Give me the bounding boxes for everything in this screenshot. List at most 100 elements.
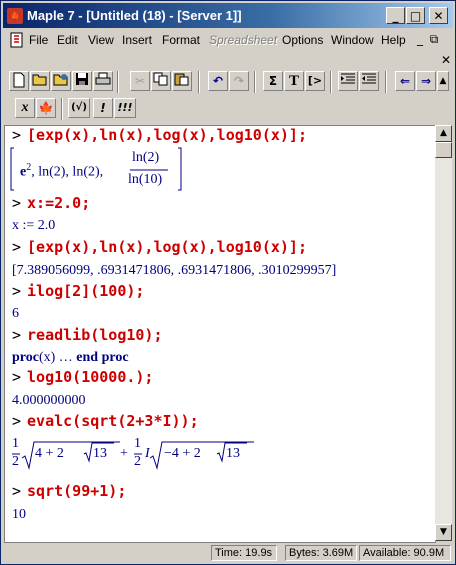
radicand: −4 + 2 bbox=[164, 446, 201, 461]
radicand: 4 + 2 bbox=[35, 446, 64, 461]
command[interactable]: [exp(x),ln(x),log(x),log10(x)]; bbox=[27, 238, 307, 256]
doc-restore-button[interactable]: ⧉ bbox=[427, 32, 441, 46]
vertical-scrollbar[interactable]: ▲ ▼ bbox=[435, 125, 452, 541]
prompt: > bbox=[12, 412, 22, 430]
fraction-denominator: ln(10) bbox=[128, 172, 163, 187]
output-line: proc(x) … end proc bbox=[12, 350, 129, 366]
execute-icon[interactable]: ! bbox=[93, 98, 113, 118]
command[interactable]: readlib(log10); bbox=[27, 326, 162, 344]
prompt-icon[interactable]: [> bbox=[305, 71, 325, 91]
prompt: > bbox=[12, 482, 22, 500]
output-line: 4.000000000 bbox=[12, 393, 86, 408]
inner-radicand: 13 bbox=[226, 446, 240, 461]
imaginary-unit: I bbox=[145, 446, 150, 461]
doc-minimize-button[interactable]: _ bbox=[413, 32, 427, 46]
context-toolbar: x 🍁 (√) ! !!! bbox=[5, 98, 205, 122]
prompt: > bbox=[12, 238, 22, 256]
stop-icon[interactable]: ▲ bbox=[437, 71, 449, 91]
end-proc-keyword: end proc bbox=[76, 350, 129, 365]
proc-keyword: proc bbox=[12, 350, 39, 365]
menu-insert[interactable]: Insert bbox=[122, 33, 152, 47]
output-line: 6 bbox=[12, 306, 19, 321]
proc-body: … bbox=[55, 350, 77, 365]
prompt: > bbox=[12, 194, 22, 212]
doc-close-button[interactable]: ✕ bbox=[439, 53, 453, 67]
menu-file[interactable]: File bbox=[29, 33, 48, 47]
sqrt-icon[interactable]: (√) bbox=[68, 98, 90, 118]
document-icon[interactable] bbox=[9, 32, 25, 48]
worksheet[interactable]: > [exp(x),ln(x),log(x),log10(x)]; e2, ln(… bbox=[4, 125, 436, 543]
execute-all-icon[interactable]: !!! bbox=[114, 98, 136, 118]
fraction-numerator: ln(2) bbox=[132, 150, 160, 165]
undo-icon[interactable]: ↶ bbox=[208, 71, 228, 91]
minimize-button[interactable]: _ bbox=[386, 7, 405, 24]
command[interactable]: [exp(x),ln(x),log(x),log10(x)]; bbox=[27, 126, 307, 144]
prompt: > bbox=[12, 368, 22, 386]
copy-icon[interactable] bbox=[151, 71, 171, 91]
open-url-icon[interactable] bbox=[51, 71, 71, 91]
menu-options[interactable]: Options bbox=[282, 33, 323, 47]
cut-icon[interactable]: ✂ bbox=[130, 71, 150, 91]
indent-icon[interactable] bbox=[338, 71, 358, 91]
new-icon[interactable] bbox=[9, 71, 29, 91]
open-icon[interactable] bbox=[30, 71, 50, 91]
title-bar[interactable]: 🍁 Maple 7 - [Untitled (18) - [Server 1]]… bbox=[3, 3, 453, 28]
output-text: , ln(2), ln(2), bbox=[31, 164, 104, 180]
prompt: > bbox=[12, 326, 22, 344]
save-icon[interactable] bbox=[72, 71, 92, 91]
window-title: Maple 7 - [Untitled (18) - [Server 1]] bbox=[27, 8, 242, 23]
forward-icon[interactable]: ⇒ bbox=[416, 71, 436, 91]
scroll-up-button[interactable]: ▲ bbox=[435, 125, 452, 142]
text-icon[interactable]: T bbox=[284, 71, 304, 91]
prompt: > bbox=[12, 282, 22, 300]
input-line[interactable]: > ilog[2](100); bbox=[12, 282, 144, 301]
output-line: e2, ln(2), ln(2), ln(2) ln(10) bbox=[10, 146, 186, 197]
status-bytes: Bytes: 3.69M bbox=[285, 545, 357, 561]
plus-sign: + bbox=[120, 446, 128, 461]
status-available: Available: 90.9M bbox=[359, 545, 451, 561]
input-line[interactable]: > sqrt(99+1); bbox=[12, 482, 126, 501]
complex-sqrt-output: 1 2 4 + 2 13 + 1 2 I −4 + 2 13 bbox=[12, 436, 272, 476]
input-line[interactable]: > [exp(x),ln(x),log(x),log10(x)]; bbox=[12, 238, 307, 257]
redo-icon[interactable]: ↷ bbox=[229, 71, 249, 91]
menu-edit[interactable]: Edit bbox=[57, 33, 78, 47]
menu-bar: File Edit View Insert Format Spreadsheet… bbox=[3, 29, 453, 67]
maple-leaf-icon[interactable]: 🍁 bbox=[36, 98, 56, 118]
paste-icon[interactable] bbox=[172, 71, 192, 91]
command[interactable]: sqrt(99+1); bbox=[27, 482, 126, 500]
math-mode-icon[interactable]: x bbox=[15, 98, 35, 118]
menu-format[interactable]: Format bbox=[162, 33, 200, 47]
command[interactable]: evalc(sqrt(2+3*I)); bbox=[27, 412, 199, 430]
maximize-button[interactable]: □ bbox=[406, 7, 425, 24]
fraction-numerator: 1 bbox=[134, 436, 141, 451]
fraction-denominator: 2 bbox=[134, 454, 141, 469]
menu-help[interactable]: Help bbox=[381, 33, 406, 47]
app-window: 🍁 Maple 7 - [Untitled (18) - [Server 1]]… bbox=[0, 0, 456, 565]
command[interactable]: x:=2.0; bbox=[27, 194, 90, 212]
close-button[interactable]: ✕ bbox=[429, 7, 448, 24]
output-line: 10 bbox=[12, 507, 26, 522]
output-line: x := 2.0 bbox=[12, 218, 56, 233]
sum-icon[interactable]: Σ bbox=[263, 71, 283, 91]
prompt: > bbox=[12, 126, 22, 144]
input-line[interactable]: > log10(10000.); bbox=[12, 368, 153, 387]
input-line[interactable]: > readlib(log10); bbox=[12, 326, 163, 345]
status-time: Time: 19.9s bbox=[211, 545, 277, 561]
scroll-down-button[interactable]: ▼ bbox=[435, 524, 452, 541]
maple-leaf-icon: 🍁 bbox=[7, 8, 23, 24]
input-line[interactable]: > evalc(sqrt(2+3*I)); bbox=[12, 412, 199, 431]
proc-args: (x) bbox=[38, 350, 56, 365]
menu-spreadsheet[interactable]: Spreadsheet bbox=[209, 33, 277, 47]
back-icon[interactable]: ⇐ bbox=[395, 71, 415, 91]
input-line[interactable]: > x:=2.0; bbox=[12, 194, 90, 213]
scroll-thumb[interactable] bbox=[435, 142, 452, 158]
print-icon[interactable] bbox=[93, 71, 113, 91]
input-line[interactable]: > [exp(x),ln(x),log(x),log10(x)]; bbox=[12, 126, 307, 145]
command[interactable]: ilog[2](100); bbox=[27, 282, 144, 300]
menu-window[interactable]: Window bbox=[331, 33, 374, 47]
output-line: [7.389056099, .6931471806, .6931471806, … bbox=[12, 263, 337, 278]
command[interactable]: log10(10000.); bbox=[27, 368, 153, 386]
menu-view[interactable]: View bbox=[88, 33, 114, 47]
outdent-icon[interactable] bbox=[359, 71, 379, 91]
main-toolbar: ✂ ↶ ↷ Σ T [> ⇐ ⇒ ▲ bbox=[5, 71, 455, 95]
